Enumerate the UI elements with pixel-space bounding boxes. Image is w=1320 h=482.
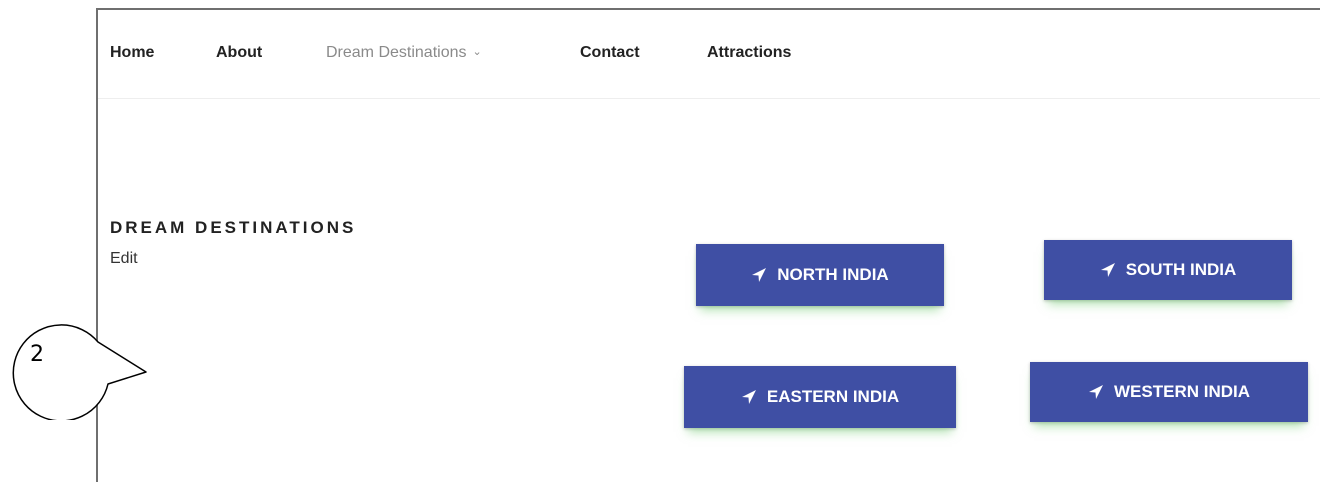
eastern-india-button[interactable]: EASTERN INDIA bbox=[684, 366, 956, 428]
callout-number: 2 bbox=[30, 342, 44, 367]
edit-link[interactable]: Edit bbox=[110, 250, 138, 268]
browser-page-frame: Home About Dream Destinations ⌄ Contact A… bbox=[96, 8, 1320, 482]
screenshot-stage: Home About Dream Destinations ⌄ Contact A… bbox=[0, 0, 1320, 482]
nav-item-dream-destinations-label: Dream Destinations bbox=[326, 44, 467, 61]
western-india-label: WESTERN INDIA bbox=[1114, 382, 1250, 401]
north-india-button[interactable]: NORTH INDIA bbox=[696, 244, 944, 306]
nav-item-about[interactable]: About bbox=[216, 44, 262, 62]
location-arrow-icon bbox=[1088, 384, 1104, 400]
location-arrow-icon bbox=[751, 267, 767, 283]
eastern-india-label: EASTERN INDIA bbox=[766, 387, 900, 406]
north-india-label: NORTH INDIA bbox=[777, 265, 889, 284]
south-india-label: SOUTH INDIA bbox=[1125, 260, 1237, 279]
chevron-down-icon: ⌄ bbox=[472, 46, 482, 58]
nav-item-home[interactable]: Home bbox=[110, 44, 154, 62]
south-india-button[interactable]: SOUTH INDIA bbox=[1044, 240, 1292, 300]
nav-item-attractions[interactable]: Attractions bbox=[707, 44, 791, 62]
location-arrow-icon bbox=[1100, 262, 1116, 278]
page-title: DREAM DESTINATIONS bbox=[110, 218, 357, 237]
nav-item-contact[interactable]: Contact bbox=[580, 44, 640, 62]
western-india-button[interactable]: WESTERN INDIA bbox=[1030, 362, 1308, 422]
location-arrow-icon bbox=[741, 389, 757, 405]
nav-item-dream-destinations[interactable]: Dream Destinations ⌄ bbox=[326, 44, 482, 62]
top-navigation-bar: Home About Dream Destinations ⌄ Contact A… bbox=[98, 10, 1320, 99]
callout-bubble bbox=[12, 324, 147, 420]
